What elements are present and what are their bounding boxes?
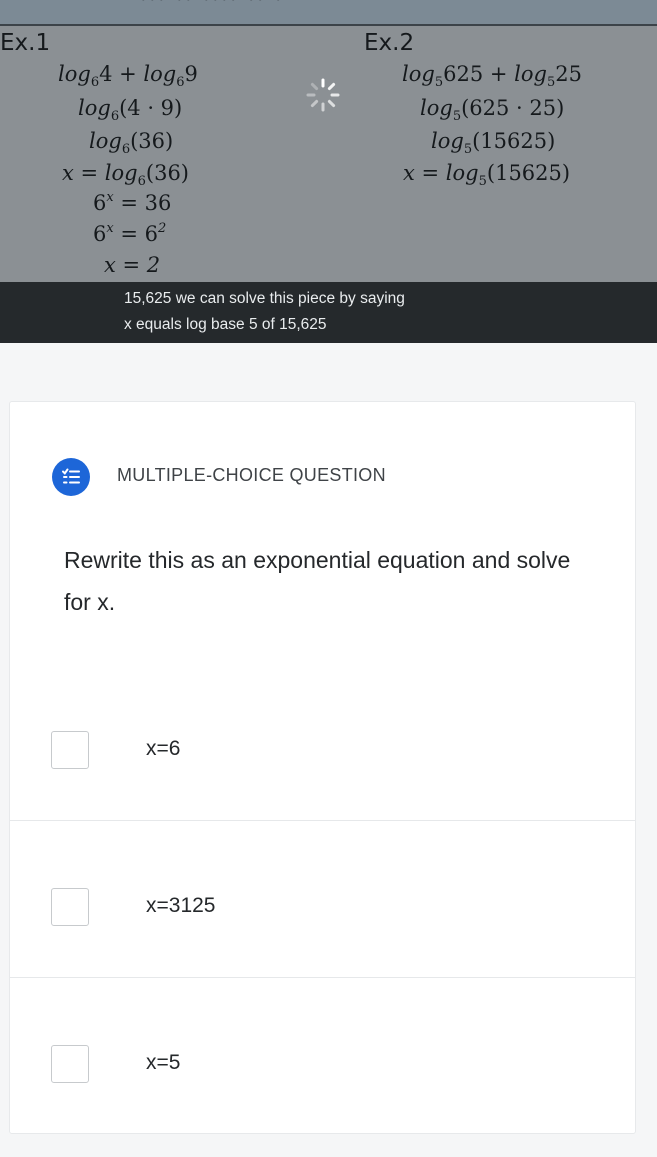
ex1-line-6: 6x = 62 <box>93 221 167 246</box>
ex1-line-2: log6(4 · 9) <box>78 96 183 124</box>
board-divider-line <box>0 24 657 26</box>
question-text: Rewrite this as an exponential equation … <box>64 547 571 615</box>
list-check-icon <box>52 458 90 496</box>
ex1-line-5: 6x = 36 <box>93 190 172 215</box>
ex1-line-3: log6(36) <box>89 129 174 157</box>
video-caption: 15,625 we can solve this piece by saying… <box>0 282 657 343</box>
option-label: x=6 <box>146 737 181 760</box>
ex1-line-1: log64 + log69 <box>58 62 198 90</box>
ex1-label: Ex.1 <box>0 30 51 56</box>
option-label: x=3125 <box>146 894 216 917</box>
ex2-label: Ex.2 <box>364 30 415 56</box>
ex1-line-7: x = 2 <box>104 253 161 277</box>
ex2-line-4: x = log5(15625) <box>403 161 571 189</box>
ex2-line-3: log5(15625) <box>431 129 556 157</box>
cropped-math-top: ··· ·· ···· ·· · <box>140 0 284 13</box>
ex1-line-4: x = log6(36) <box>62 161 189 189</box>
ex2-line-2: log5(625 · 25) <box>420 96 565 124</box>
option-divider <box>10 820 635 821</box>
answer-option-2[interactable]: x=3125 <box>10 822 635 978</box>
loading-spinner-icon <box>306 78 340 112</box>
ex2-line-1: log5625 + log525 <box>402 62 582 90</box>
answer-option-3[interactable]: x=5 <box>10 979 635 1135</box>
question-type-label: MULTIPLE-CHOICE QUESTION <box>117 465 386 485</box>
video-frame[interactable]: ··· ·· ···· ·· · Ex.1 log64 + log69 log6… <box>0 0 657 343</box>
caption-line-2: x equals log base 5 of 15,625 <box>124 316 327 333</box>
question-card: MULTIPLE-CHOICE QUESTION Rewrite this as… <box>9 401 636 1134</box>
video-top-band: ··· ·· ···· ·· · <box>0 0 657 24</box>
option-label: x=5 <box>146 1051 181 1074</box>
option-checkbox[interactable] <box>51 1045 89 1083</box>
option-checkbox[interactable] <box>51 731 89 769</box>
caption-line-1: 15,625 we can solve this piece by saying <box>124 290 405 307</box>
option-divider <box>10 977 635 978</box>
answer-option-1[interactable]: x=6 <box>10 665 635 821</box>
option-checkbox[interactable] <box>51 888 89 926</box>
